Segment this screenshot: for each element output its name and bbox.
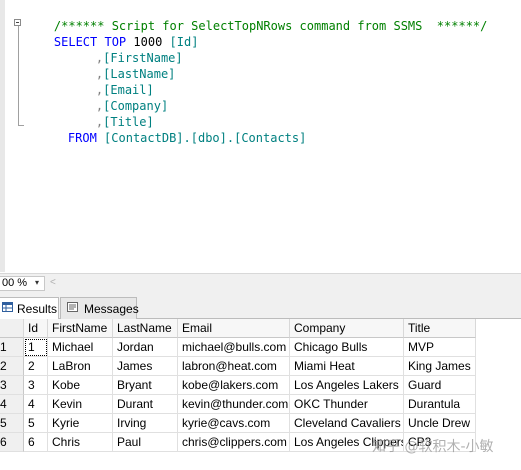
watermark-text: 知乎 @软积木-小敏 (372, 439, 494, 455)
chevron-down-icon: ▾ (35, 278, 40, 287)
cell-title[interactable]: Durantula (404, 395, 476, 414)
cell-company[interactable]: Chicago Bulls (290, 338, 404, 357)
cell-lastname[interactable]: James (113, 357, 178, 376)
cell-email[interactable]: labron@heat.com (178, 357, 290, 376)
table-row[interactable]: 2 2 LaBron James labron@heat.com Miami H… (0, 357, 476, 376)
column-header-id[interactable]: Id (24, 319, 48, 338)
outline-guide-end (18, 125, 24, 126)
column-header-title[interactable]: Title (404, 319, 476, 338)
tab-results[interactable]: Results (0, 297, 59, 320)
cell-company[interactable]: Miami Heat (290, 357, 404, 376)
table-row[interactable]: 5 5 Kyrie Irving kyrie@cavs.com Clevelan… (0, 414, 476, 433)
outline-guide (18, 26, 19, 126)
cell-title[interactable]: King James (404, 357, 476, 376)
cell-email[interactable]: chris@clippers.com (178, 433, 290, 452)
cell-title[interactable]: Guard (404, 376, 476, 395)
row-number[interactable]: 5 (0, 414, 24, 433)
cell-firstname[interactable]: Chris (48, 433, 113, 452)
cell-email[interactable]: kobe@lakers.com (178, 376, 290, 395)
zoom-dropdown[interactable]: 00 % ▾ (0, 276, 45, 291)
cell-id[interactable]: 3 (24, 376, 48, 395)
column-header-lastname[interactable]: LastName (113, 319, 178, 338)
sql-editor[interactable]: /****** Script for SelectTopNRows comman… (0, 0, 521, 272)
code-line-from: FROM [ContactDB].[dbo].[Contacts] (39, 114, 306, 162)
column-header-email[interactable]: Email (178, 319, 290, 338)
cell-firstname[interactable]: Kevin (48, 395, 113, 414)
table-row[interactable]: 4 4 Kevin Durant kevin@thunder.com OKC T… (0, 395, 476, 414)
cell-lastname[interactable]: Irving (113, 414, 178, 433)
cell-company[interactable]: Cleveland Cavaliers (290, 414, 404, 433)
tab-results-label: Results (17, 302, 58, 316)
cell-id[interactable]: 5 (24, 414, 48, 433)
cell-email[interactable]: michael@bulls.com (178, 338, 290, 357)
cell-id[interactable]: 1 (24, 338, 48, 357)
scroll-left-icon[interactable]: < (50, 277, 56, 288)
cell-id[interactable]: 6 (24, 433, 48, 452)
cell-firstname[interactable]: LaBron (48, 357, 113, 376)
cell-email[interactable]: kyrie@cavs.com (178, 414, 290, 433)
cell-id[interactable]: 4 (24, 395, 48, 414)
cell-lastname[interactable]: Paul (113, 433, 178, 452)
cell-title[interactable]: MVP (404, 338, 476, 357)
editor-status-strip: 00 % ▾ < (0, 273, 521, 293)
collapse-region-icon[interactable] (14, 19, 21, 26)
zoom-value: 00 % (2, 277, 28, 289)
cell-id[interactable]: 2 (24, 357, 48, 376)
cell-email[interactable]: kevin@thunder.com (178, 395, 290, 414)
editor-margin (0, 0, 5, 272)
tab-messages[interactable]: Messages (60, 297, 139, 319)
cell-company[interactable]: Los Angeles Lakers (290, 376, 404, 395)
row-number[interactable]: 2 (0, 357, 24, 376)
cell-firstname[interactable]: Kobe (48, 376, 113, 395)
cell-lastname[interactable]: Bryant (113, 376, 178, 395)
table-row[interactable]: 3 3 Kobe Bryant kobe@lakers.com Los Ange… (0, 376, 476, 395)
table-reference: [ContactDB].[dbo].[Contacts] (104, 131, 307, 145)
row-number[interactable]: 6 (0, 433, 24, 452)
column-header-firstname[interactable]: FirstName (48, 319, 113, 338)
from-keyword: FROM (67, 131, 97, 145)
column-header-company[interactable]: Company (290, 319, 404, 338)
row-number[interactable]: 3 (0, 376, 24, 395)
message-icon (67, 302, 78, 312)
cell-lastname[interactable]: Jordan (113, 338, 178, 357)
cell-lastname[interactable]: Durant (113, 395, 178, 414)
results-tab-bar: Results Messages (0, 293, 521, 320)
table-row[interactable]: 1 1 Michael Jordan michael@bulls.com Chi… (0, 338, 476, 357)
row-header-corner[interactable] (0, 319, 24, 338)
cell-firstname[interactable]: Kyrie (48, 414, 113, 433)
tab-messages-label: Messages (84, 302, 139, 316)
cell-firstname[interactable]: Michael (48, 338, 113, 357)
row-number[interactable]: 1 (0, 338, 24, 357)
grid-icon (2, 302, 13, 312)
cell-company[interactable]: OKC Thunder (290, 395, 404, 414)
cell-title[interactable]: Uncle Drew (404, 414, 476, 433)
row-number[interactable]: 4 (0, 395, 24, 414)
grid-header-row: Id FirstName LastName Email Company Titl… (0, 319, 476, 338)
